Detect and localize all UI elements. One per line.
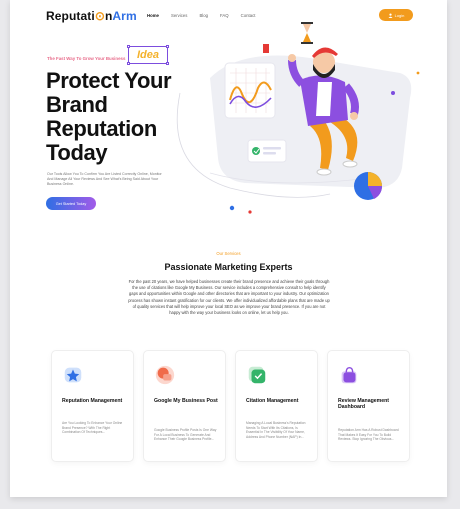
card-title: Google My Business Post: [154, 398, 218, 404]
logo-text-3: Arm: [112, 9, 137, 23]
shopping-bag-icon: [341, 366, 357, 384]
chart-card-icon: [224, 62, 276, 119]
card-title: Citation Management: [246, 398, 299, 404]
services-description: For the past 20 years, we have helped bu…: [128, 279, 330, 316]
citation-badge-icon: [248, 366, 266, 384]
idea-badge: Idea: [127, 45, 169, 65]
nav-home[interactable]: Home: [147, 13, 159, 18]
card-description: Are You Looking To Enhance Your Online B…: [62, 421, 123, 435]
service-card-google-my-business-post[interactable]: Google My Business Post Google Business …: [143, 350, 226, 462]
hero-eyebrow: The Fast Way To Grow Your Business: [47, 56, 126, 61]
service-card-reputation-management[interactable]: Reputation Management Are You Looking To…: [51, 350, 134, 462]
hero-description: Our Tools Allow You To Confirm You Are L…: [47, 172, 162, 186]
hero-illustration: [176, 22, 420, 214]
bookmark-icon: [263, 44, 269, 53]
services-title: Passionate Marketing Experts: [164, 262, 293, 272]
service-card-review-management-dashboard[interactable]: Review Management Dashboard Reputation A…: [327, 350, 410, 462]
service-card-citation-management[interactable]: Citation Management Managing A Local Bus…: [235, 350, 318, 462]
card-description: Google Business Profile Posts Is One Way…: [154, 428, 217, 442]
checklist-card-icon: [247, 139, 287, 163]
logo-text-1: Reputati: [46, 9, 95, 23]
login-label: Login: [394, 12, 405, 18]
star-badge-icon: [64, 367, 82, 383]
card-description: Managing A Local Business's Reputation N…: [246, 421, 306, 439]
user-icon: [388, 13, 393, 18]
pie-chart-icon: [354, 172, 383, 200]
post-badge-icon: [155, 365, 175, 385]
card-title: Review Management Dashboard: [338, 398, 390, 411]
page: Reputati⊙nArm Home Services Blog FAQ Con…: [10, 0, 447, 497]
card-title: Reputation Management: [62, 398, 123, 404]
service-cards: Reputation Management Are You Looking To…: [51, 350, 410, 462]
card-description: Reputation Arm Has A Robust Dashboard Th…: [338, 428, 399, 442]
services-eyebrow: Our Services: [216, 251, 241, 256]
brand-logo[interactable]: Reputati⊙nArm: [46, 9, 137, 23]
get-started-button[interactable]: Get Started Today: [46, 197, 96, 210]
logo-o-icon: ⊙: [94, 9, 105, 23]
idea-badge-text: Idea: [136, 49, 159, 61]
hourglass-icon: [301, 22, 313, 44]
